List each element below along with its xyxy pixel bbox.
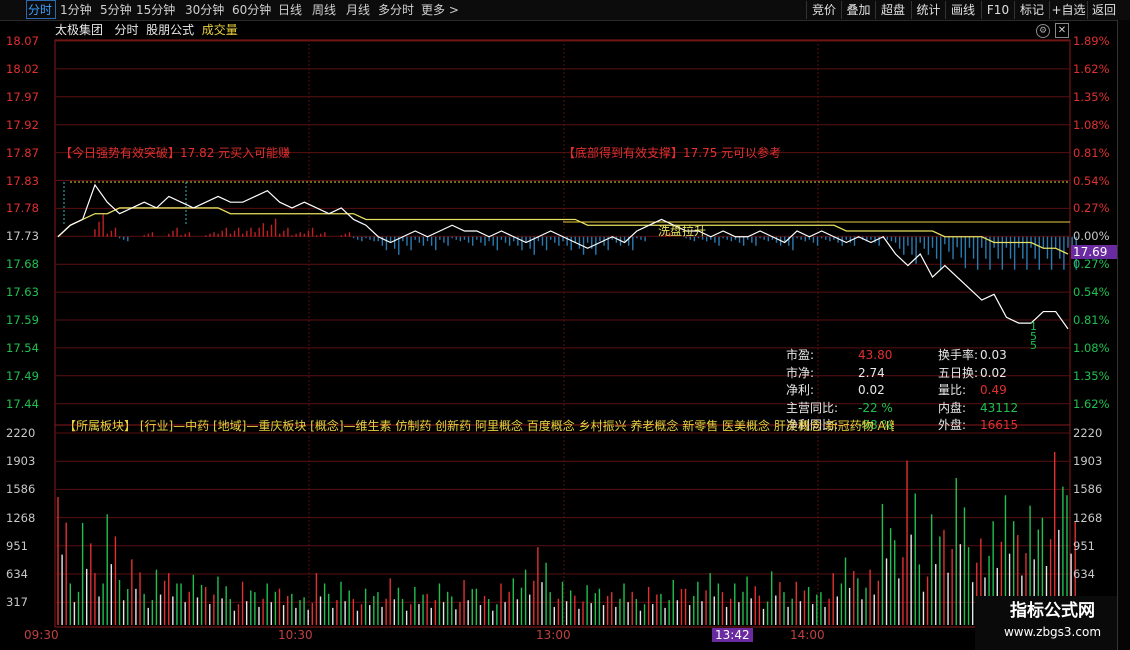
percent-tick-10: 0.81% — [1073, 313, 1110, 327]
percent-tick-5: 0.54% — [1073, 173, 1110, 188]
price-tick-6: 17.78 — [6, 201, 39, 216]
price-tick-4: 17.87 — [6, 145, 39, 160]
stat-label-0: 市盈: — [786, 348, 815, 362]
percent-tick-7: 0.00% — [1073, 229, 1110, 244]
bottom-support-note: 【底部得到有效支撑】17.75 元可以参考 — [563, 146, 782, 160]
percent-tick-12: 1.35% — [1073, 368, 1110, 383]
price-tick-13: 17.44 — [6, 396, 39, 411]
volume-tick-right-3: 1268 — [1073, 510, 1103, 525]
intraday-chart[interactable] — [0, 0, 1130, 650]
time-tick-0: 09:30 — [24, 628, 59, 642]
stat-right-value-0: 0.03 — [980, 348, 1007, 362]
volume-tick-left-6: 317 — [6, 595, 28, 610]
percent-tick-11: 1.08% — [1073, 340, 1110, 355]
percent-tick-13: 1.62% — [1073, 396, 1110, 411]
price-tick-1: 18.02 — [6, 61, 39, 76]
stat-value-2: 0.02 — [858, 383, 885, 397]
percent-tick-0: 1.89% — [1073, 34, 1110, 48]
percent-tick-8: 0.27% — [1073, 257, 1110, 272]
volume-tick-left-1: 1903 — [6, 454, 36, 469]
stat-label-3: 主营同比: — [786, 400, 839, 415]
price-tick-7: 17.73 — [6, 229, 39, 244]
volume-tick-left-0: 2220 — [6, 426, 36, 440]
price-tick-0: 18.07 — [6, 34, 39, 48]
stat-right-value-4: 16615 — [980, 418, 1019, 432]
percent-tick-1: 1.62% — [1073, 61, 1110, 76]
percent-tick-3: 1.08% — [1073, 117, 1110, 132]
watermark-url: www.zbgs3.com — [1003, 625, 1102, 639]
stat-right-label-2: 量比: — [938, 383, 967, 397]
volume-tick-right-0: 2220 — [1073, 426, 1103, 440]
percent-tick-4: 0.81% — [1073, 145, 1110, 160]
stat-right-value-2: 0.49 — [980, 383, 1007, 397]
stat-label-2: 净利: — [786, 383, 815, 397]
chart-frame — [54, 39, 1071, 628]
stat-right-label-4: 外盘: — [938, 418, 967, 432]
stat-right-value-3: 43112 — [980, 400, 1019, 415]
stat-right-label-1: 五日换: — [938, 365, 979, 380]
price-line — [57, 183, 1069, 330]
time-tick-4: 14:00 — [790, 628, 825, 642]
time-tick-3: 13:42 — [712, 628, 753, 642]
stat-right-label-0: 换手率: — [938, 348, 979, 362]
volume-tick-left-4: 951 — [6, 538, 28, 553]
time-tick-2: 13:00 — [536, 628, 571, 642]
price-tick-10: 17.59 — [6, 313, 39, 327]
wash-rally-label: 洗盘拉升 — [658, 224, 707, 238]
price-tick-3: 17.92 — [6, 117, 39, 132]
price-tick-2: 17.97 — [6, 89, 39, 104]
percent-tick-2: 1.35% — [1073, 89, 1110, 104]
volume-tick-left-2: 1586 — [6, 482, 36, 497]
side-panel-strip[interactable] — [1117, 20, 1130, 650]
price-tick-11: 17.54 — [6, 340, 39, 355]
signal-digit-3: 5 — [1030, 339, 1037, 352]
sector-tags: 【所属板块】 [行业]—中药 [地域]—重庆板块 [概念]—维生素 仿制药 创新… — [64, 419, 894, 433]
volume-tick-right-5: 634 — [1073, 567, 1095, 581]
volume-tick-right-2: 1586 — [1073, 482, 1103, 497]
site-watermark: 指标公式网 www.zbgs3.com — [975, 596, 1130, 650]
stat-label-1: 市净: — [786, 365, 815, 380]
volume-tick-left-5: 634 — [6, 567, 28, 581]
price-tick-5: 17.83 — [6, 173, 39, 188]
volume-tick-right-1: 1903 — [1073, 454, 1103, 469]
stat-right-value-1: 0.02 — [980, 365, 1007, 380]
price-tick-9: 17.63 — [6, 285, 39, 300]
current-price-tag: 17.69 — [1071, 245, 1119, 259]
time-tick-1: 10:30 — [278, 628, 313, 642]
watermark-title: 指标公式网 — [1010, 601, 1095, 621]
stat-value-3: -22 % — [858, 400, 893, 415]
percent-tick-6: 0.27% — [1073, 201, 1110, 216]
volume-tick-left-3: 1268 — [6, 510, 36, 525]
price-tick-8: 17.68 — [6, 257, 39, 272]
stat-value-0: 43.80 — [858, 348, 893, 362]
stat-value-1: 2.74 — [858, 365, 885, 380]
stat-right-label-3: 内盘: — [938, 400, 967, 415]
strong-breakout-note: 【今日强势有效突破】17.82 元买入可能赚 — [60, 146, 291, 160]
price-tick-12: 17.49 — [6, 368, 39, 383]
volume-tick-right-4: 951 — [1073, 538, 1095, 553]
percent-tick-9: 0.54% — [1073, 285, 1110, 300]
